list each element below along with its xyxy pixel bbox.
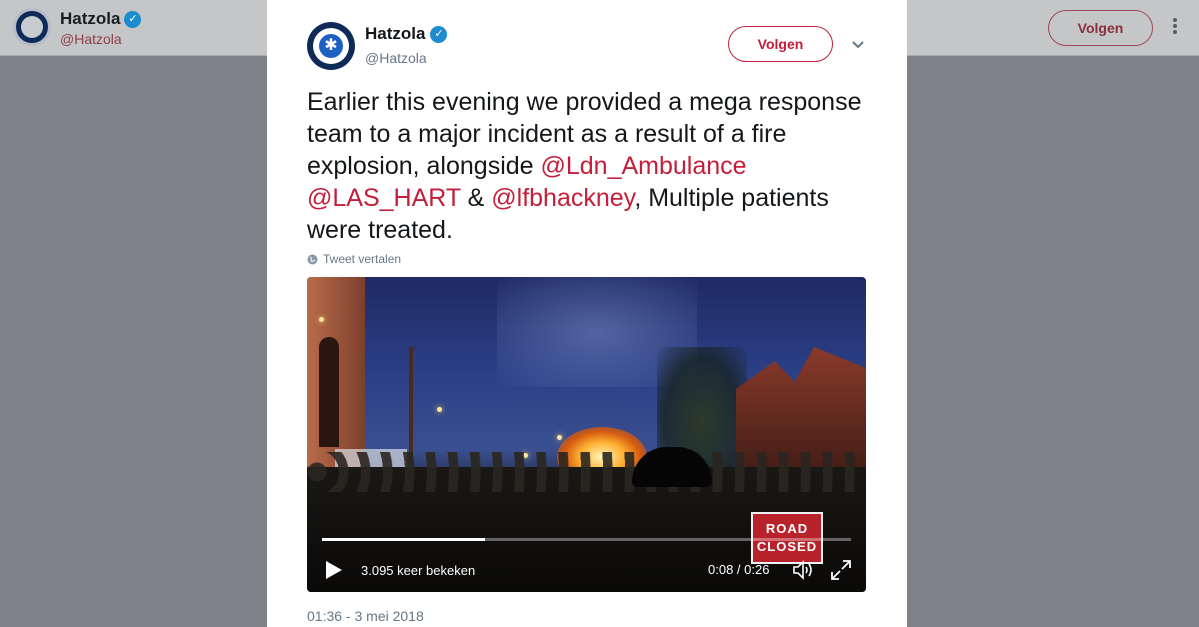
author-name[interactable]: Hatzola ✓ [365, 24, 448, 44]
follow-button[interactable]: Volgen [728, 26, 833, 62]
chevron-down-icon[interactable] [850, 36, 866, 52]
author-avatar[interactable]: ✱ [307, 22, 355, 70]
translate-tweet-link[interactable]: Tweet vertalen [307, 252, 401, 266]
translate-label: Tweet vertalen [323, 252, 402, 266]
video-player[interactable]: ROAD CLOSED 3.095 keer bekeken 0:08 / 0:… [307, 277, 866, 592]
fullscreen-icon[interactable] [829, 558, 853, 582]
more-vertical-icon[interactable] [1168, 16, 1182, 40]
sign-line2: CLOSED [756, 539, 818, 554]
tweet-text: Earlier this evening we provided a mega … [307, 86, 877, 246]
sign-line1: ROAD [765, 521, 809, 536]
background-profile-name: Hatzola ✓ [60, 9, 142, 29]
view-count: 3.095 keer bekeken [361, 563, 476, 578]
building-image [307, 277, 365, 477]
author-handle[interactable]: @Hatzola [365, 50, 427, 66]
mention-link[interactable]: @LAS_HART [307, 184, 461, 212]
tweet-text-part: & [460, 184, 492, 212]
video-progress-bar[interactable] [322, 538, 851, 541]
video-progress-fill [322, 538, 485, 541]
volume-icon[interactable] [791, 558, 815, 582]
background-avatar[interactable] [13, 8, 51, 46]
mention-link[interactable]: @Ldn_Ambulance [541, 152, 747, 180]
star-of-life-icon: ✱ [319, 34, 343, 58]
background-profile-handle: @Hatzola [60, 31, 122, 47]
verified-badge-icon: ✓ [124, 10, 142, 28]
background-name-text: Hatzola [60, 9, 121, 28]
tweet-card: ✱ Hatzola ✓ @Hatzola Volgen Earlier this… [267, 0, 907, 627]
tweet-timestamp[interactable]: 01:36 - 3 mei 2018 [307, 608, 424, 624]
mention-link[interactable]: @lfbhackney [491, 184, 634, 212]
author-name-text: Hatzola [365, 24, 426, 43]
verified-badge-icon: ✓ [430, 25, 448, 43]
video-time: 0:08 / 0:26 [708, 562, 770, 577]
globe-icon [307, 254, 318, 264]
play-icon[interactable] [323, 559, 345, 581]
background-follow-button[interactable]: Volgen [1048, 10, 1153, 46]
